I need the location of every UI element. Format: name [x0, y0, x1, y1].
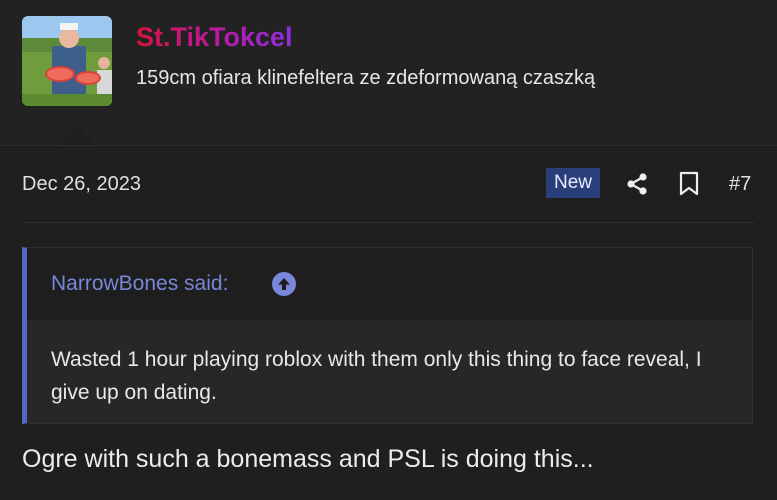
quote-text: Wasted 1 hour playing roblox with them o…	[51, 348, 702, 404]
meta-divider	[22, 222, 755, 223]
quote-block: NarrowBones said: Wasted 1 hour playing …	[22, 247, 753, 424]
username-link[interactable]: St.TikTokcel	[136, 22, 293, 53]
message-pointer	[58, 126, 98, 146]
post-user-header: St.TikTokcel 159cm ofiara klinefeltera z…	[0, 0, 777, 146]
arrow-up-circle-icon[interactable]	[272, 272, 296, 296]
user-avatar[interactable]	[22, 16, 112, 106]
header-divider	[0, 145, 777, 146]
quote-author-link[interactable]: NarrowBones said:	[51, 272, 228, 296]
post-meta-row: Dec 26, 2023 New #7	[0, 160, 777, 210]
post-number-link[interactable]: #7	[729, 173, 751, 196]
new-badge: New	[546, 168, 601, 198]
post-message: Ogre with such a bonemass and PSL is doi…	[22, 445, 594, 473]
post-date-link[interactable]: Dec 26, 2023	[22, 173, 141, 196]
user-title: 159cm ofiara klinefeltera ze zdeformowan…	[136, 67, 596, 89]
share-icon[interactable]	[625, 172, 649, 196]
bookmark-icon[interactable]	[678, 171, 700, 197]
quote-header: NarrowBones said:	[27, 248, 752, 320]
